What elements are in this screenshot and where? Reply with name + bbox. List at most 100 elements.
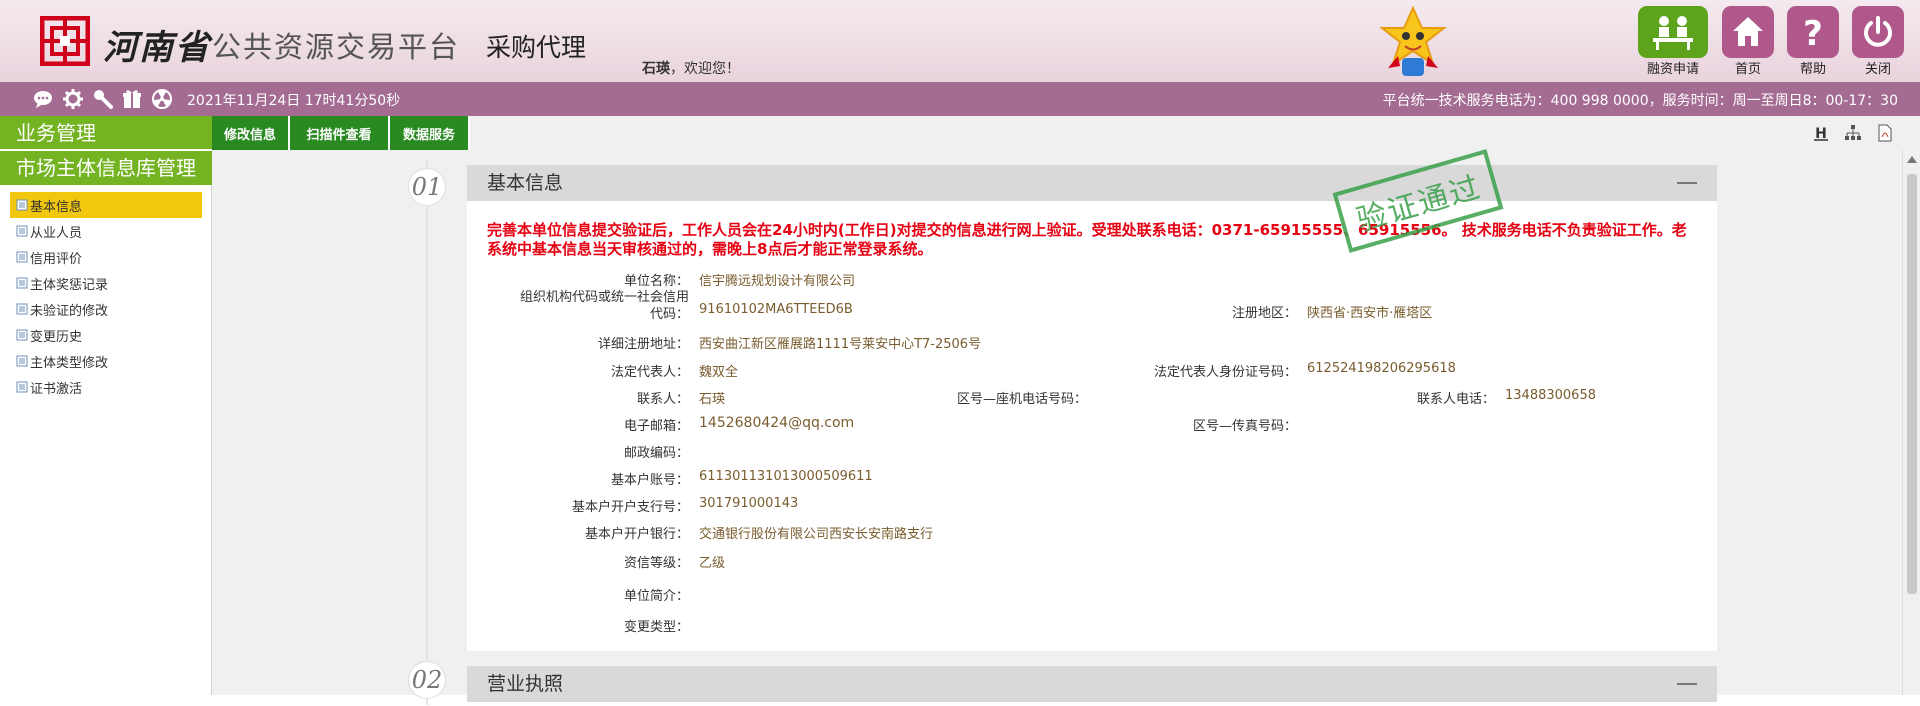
header: 河南省 公共资源交易平台 采购代理 石瑛，欢迎您！ 融资申请 首页 ? 帮助 关… [0,0,1920,82]
current-datetime: 2021年11月24日 17时41分50秒 [187,93,401,109]
account-label: 基本户账号： [610,473,689,488]
grade-value: 乙级 [699,556,726,571]
sidebar-item-cert-activation[interactable]: 证书激活 [10,374,202,400]
account-value: 611301131013000509611 [699,469,873,484]
branch-no-label: 基本户开户支行号： [571,500,689,515]
sidebar-nav: 基本信息 从业人员 信用评价 主体奖惩记录 未验证的修改 变更历史 主体类型修改 [10,192,202,400]
landline-label: 区号—座机电话号码： [956,392,1087,407]
sidebar-item-label: 主体类型修改 [30,355,109,371]
fax-label: 区号—传真号码： [1192,419,1297,434]
address-value: 西安曲江新区雁展路1111号莱安中心T7-2506号 [699,337,982,352]
scroll-up-arrow-icon[interactable] [1907,156,1917,163]
section-title: 营业执照 [487,673,564,695]
financing-icon [1653,16,1693,50]
sidebar-item-change-history[interactable]: 变更历史 [10,322,202,348]
sidebar-item-type-change[interactable]: 主体类型修改 [10,348,202,374]
document-icon [16,355,28,367]
sidebar-item-label: 主体奖惩记录 [30,277,109,293]
star-mascot-icon [1379,6,1447,76]
business-license-header[interactable]: 营业执照 [467,666,1717,702]
tab-data-service[interactable]: 数据服务 [390,116,470,150]
svg-text:?: ? [1803,14,1823,50]
email-value: 1452680424@qq.com [699,415,855,431]
financing-button[interactable] [1638,6,1708,58]
pdf-icon[interactable] [1876,124,1894,142]
message-icon[interactable] [32,88,54,110]
sidebar-item-unverified-changes[interactable]: 未验证的修改 [10,296,202,322]
sidebar-section-business[interactable]: 业务管理 [0,116,212,150]
scroll-thumb[interactable] [1907,174,1917,594]
org-chart-icon[interactable] [1844,124,1862,142]
collapse-icon[interactable] [1677,182,1697,184]
sidebar-item-reward-penalty[interactable]: 主体奖惩记录 [10,270,202,296]
gift-icon[interactable] [121,88,143,110]
home-button[interactable] [1722,6,1774,58]
tab-bar: 修改信息 扫描件查看 数据服务 H [212,116,1920,150]
status-bar: 2021年11月24日 17时41分50秒 平台统一技术服务电话为：400 99… [0,82,1920,116]
document-icon [16,303,28,315]
business-license-card: 营业执照 [467,666,1717,706]
h-icon[interactable]: H [1812,124,1830,142]
collapse-icon[interactable] [1677,683,1697,685]
sidebar-section-market-info[interactable]: 市场主体信息库管理 [0,151,212,185]
contact-phone-value: 13488300658 [1505,388,1596,403]
user-name: 石瑛 [642,61,670,77]
welcome-message: 石瑛，欢迎您！ [642,58,740,78]
help-button[interactable]: ? [1787,6,1839,58]
org-code-value: 91610102MA6TTEED6B [699,302,853,317]
bank-value: 交通银行股份有限公司西安长安南路支行 [699,527,934,542]
legal-rep-label: 法定代表人： [610,365,689,380]
close-label[interactable]: 关闭 [1852,58,1904,77]
left-sidebar: 业务管理 市场主体信息库管理 基本信息 从业人员 信用评价 主体奖惩记录 未验证… [0,116,212,695]
section-title: 基本信息 [487,172,564,194]
step-number-02: 02 [408,661,446,699]
legal-id-value: 612524198206295618 [1307,361,1456,376]
address-label: 详细注册地址： [597,337,689,352]
timeline-line [426,160,428,705]
gear-icon[interactable] [62,88,84,110]
home-icon [1733,17,1763,46]
close-button[interactable] [1852,6,1904,58]
unit-name-label: 单位名称： [623,274,689,289]
document-icon [16,225,28,237]
contact-label: 联系人： [636,392,689,407]
sidebar-item-staff[interactable]: 从业人员 [10,218,202,244]
org-code-label: 组织机构代码或统一社会信用 代码： [487,289,689,323]
document-icon [16,277,28,289]
contact-value: 石瑛 [699,392,726,407]
email-label: 电子邮箱： [623,419,689,434]
verification-notice: 完善本单位信息提交验证后，工作人员会在24小时内(工作日)对提交的信息进行网上验… [487,221,1687,258]
radiation-icon[interactable] [151,88,173,110]
basic-info-header[interactable]: 基本信息 [467,165,1717,201]
document-icon [16,251,28,263]
branch-no-value: 301791000143 [699,496,799,511]
sidebar-item-label: 未验证的修改 [30,303,109,319]
logo-platform: 公共资源交易平台 [212,30,461,64]
tools-icon[interactable] [92,88,114,110]
basic-info-card: 基本信息 完善本单位信息提交验证后，工作人员会在24小时内(工作日)对提交的信息… [467,165,1717,651]
grade-label: 资信等级： [623,556,689,571]
home-label[interactable]: 首页 [1722,58,1774,77]
financing-label[interactable]: 融资申请 [1638,58,1708,77]
logo-province: 河南省 [103,28,211,68]
henan-logo-icon [40,16,90,66]
tab-edit-info[interactable]: 修改信息 [212,116,290,150]
intro-label: 单位简介： [623,589,689,604]
sidebar-item-credit-rating[interactable]: 信用评价 [10,244,202,270]
change-type-label: 变更类型： [623,620,689,635]
legal-rep-value: 魏双全 [699,365,739,380]
sidebar-item-basic-info[interactable]: 基本信息 [10,192,202,218]
help-icon: ? [1803,14,1823,50]
org-code-label-line2: 代码： [649,307,689,322]
vertical-scrollbar[interactable] [1902,150,1920,695]
module-title: 采购代理 [486,33,587,62]
document-icon [16,381,28,393]
help-label[interactable]: 帮助 [1787,58,1839,77]
content-area: 01 02 基本信息 完善本单位信息提交验证后，工作人员会在24小时内(工作日)… [212,150,1902,706]
document-icon [16,329,28,341]
tab-scan-view[interactable]: 扫描件查看 [290,116,390,150]
main-panel: 修改信息 扫描件查看 数据服务 H 01 02 基本信息 完善本单位信息提交验证… [212,116,1920,706]
service-hotline: 平台统一技术服务电话为：400 998 0000，服务时间：周一至周日8：00-… [1382,93,1898,109]
sidebar-item-label: 变更历史 [30,329,83,345]
unit-name-value: 信宇腾远规划设计有限公司 [699,274,856,289]
